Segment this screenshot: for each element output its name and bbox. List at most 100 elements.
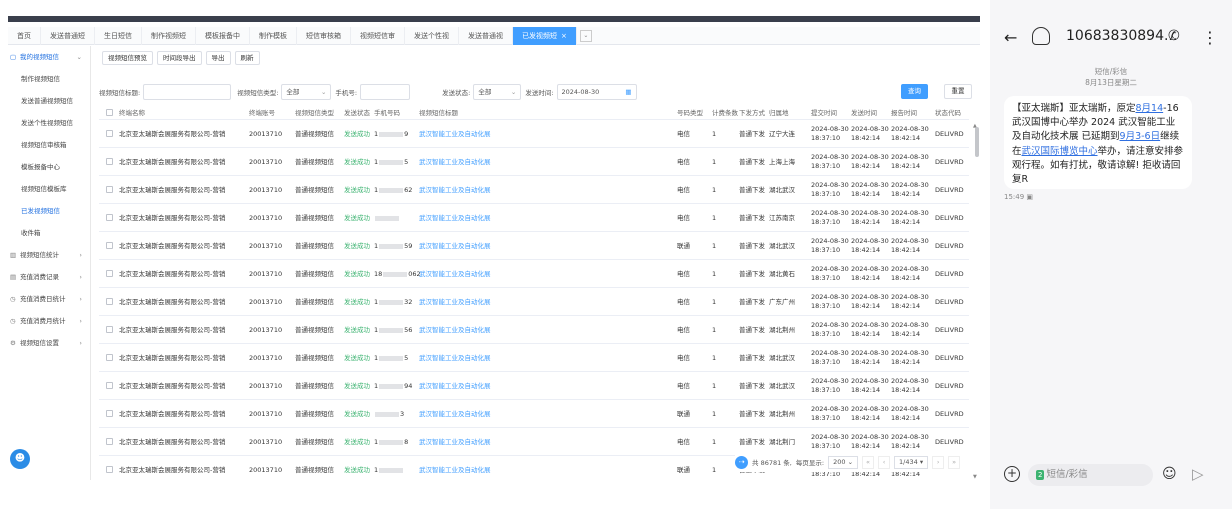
row-checkbox[interactable]: [106, 466, 113, 473]
tab-4[interactable]: 模板报备中: [196, 26, 250, 45]
time-filter-input[interactable]: 2024-08-30 ▦: [556, 84, 637, 100]
table-row[interactable]: 北京亚太瑞斯会展服务有限公司-营销 20013710 普通视频短信 发送成功 1 9 武汉智…: [99, 120, 969, 148]
sms-title[interactable]: 武汉智能工业及自动化展: [419, 344, 491, 372]
query-button[interactable]: 查询: [901, 84, 928, 99]
sidebar-item-3[interactable]: 发送个性视频短信: [8, 112, 90, 134]
sent: 2024-08-3018:42:14: [851, 181, 889, 199]
prev-page-button[interactable]: ‹: [878, 455, 891, 469]
sms-title[interactable]: 武汉智能工业及自动化展: [419, 176, 491, 204]
tab-1[interactable]: 发送普通短: [41, 26, 95, 45]
sms-title[interactable]: 武汉智能工业及自动化展: [419, 400, 491, 428]
tab-5[interactable]: 制作模板: [250, 26, 297, 45]
table-row[interactable]: 北京亚太瑞斯会展服务有限公司-营销 20013710 普通视频短信 发送成功 1 56 武汉…: [99, 316, 969, 344]
total-count: 共 86781 条,: [752, 459, 792, 467]
row-checkbox[interactable]: [106, 158, 113, 165]
sidebar-item-13[interactable]: ⚙ 视频短信设置 ›: [8, 332, 90, 354]
tab-2[interactable]: 生日短信: [95, 26, 142, 45]
phone-filter-input[interactable]: [360, 84, 411, 100]
row-checkbox[interactable]: [106, 326, 113, 333]
export-button[interactable]: 导出: [205, 51, 231, 65]
tab-3[interactable]: 制作视频短: [142, 26, 196, 45]
table-row[interactable]: 北京亚太瑞斯会展服务有限公司-营销 20013710 普通视频短信 发送成功 1 32 武汉…: [99, 288, 969, 316]
sms-title[interactable]: 武汉智能工业及自动化展: [419, 372, 491, 400]
sidebar-item-8[interactable]: 收件箱: [8, 222, 90, 244]
bell-icon[interactable]: [1032, 27, 1050, 45]
tab-10[interactable]: 已发视频短 ×: [513, 26, 577, 45]
table-row[interactable]: 北京亚太瑞斯会展服务有限公司-营销 20013710 普通视频短信 发送成功 1 5 武汉智…: [99, 344, 969, 372]
row-checkbox[interactable]: [106, 214, 113, 221]
more-options-icon[interactable]: ⋮: [1202, 28, 1218, 47]
sidebar-item-12[interactable]: ◷ 充值消费月统计 ›: [8, 310, 90, 332]
tab-6[interactable]: 短信审核箱: [297, 26, 351, 45]
status-filter-select[interactable]: 全部 ⌄: [473, 84, 522, 100]
table-row[interactable]: 北京亚太瑞斯会展服务有限公司-营销 20013710 普通视频短信 发送成功 1 62 武汉…: [99, 176, 969, 204]
sidebar-item-6[interactable]: 视频短信模板库: [8, 178, 90, 200]
type-filter-select[interactable]: 全部 ⌄: [281, 84, 332, 100]
tab-7[interactable]: 视频短信审: [351, 26, 405, 45]
emoji-icon[interactable]: ☺: [1162, 466, 1177, 482]
scroll-down-icon[interactable]: ▼: [973, 474, 977, 480]
message-input[interactable]: 2 短信/彩信: [1028, 464, 1153, 486]
sidebar-item-5[interactable]: 模板报备中心: [8, 156, 90, 178]
sms-title[interactable]: 武汉智能工业及自动化展: [419, 288, 491, 316]
date-link[interactable]: 9月3-6日: [1120, 131, 1161, 142]
tab-more-icon[interactable]: ⌄: [579, 29, 592, 42]
close-icon[interactable]: ×: [561, 32, 567, 40]
row-checkbox[interactable]: [106, 382, 113, 389]
table-row[interactable]: 北京亚太瑞斯会展服务有限公司-营销 20013710 普通视频短信 发送成功 1 94 武汉…: [99, 372, 969, 400]
row-checkbox[interactable]: [106, 242, 113, 249]
phone-call-icon[interactable]: ✆: [1168, 28, 1180, 44]
row-checkbox[interactable]: [106, 130, 113, 137]
table-row[interactable]: 北京亚太瑞斯会展服务有限公司-营销 20013710 普通视频短信 发送成功 18 062…: [99, 260, 969, 288]
first-page-button[interactable]: «: [862, 455, 875, 469]
export-range-button[interactable]: 时间段导出: [157, 51, 202, 65]
row-checkbox[interactable]: [106, 270, 113, 277]
help-icon[interactable]: ☻: [10, 449, 30, 469]
sms-title[interactable]: 武汉智能工业及自动化展: [419, 260, 491, 288]
tab-0[interactable]: 首页: [8, 26, 41, 45]
row-checkbox[interactable]: [106, 186, 113, 193]
sms-title[interactable]: 武汉智能工业及自动化展: [419, 148, 491, 176]
sidebar-item-0[interactable]: ▢ 我的视频短信 ⌄: [8, 46, 90, 68]
table-row[interactable]: 北京亚太瑞斯会展服务有限公司-营销 20013710 普通视频短信 发送成功 武汉智能工…: [99, 204, 969, 232]
sms-title[interactable]: 武汉智能工业及自动化展: [419, 456, 491, 480]
table-row[interactable]: 北京亚太瑞斯会展服务有限公司-营销 20013710 普通视频短信 发送成功 3 武汉智能…: [99, 400, 969, 428]
venue-link[interactable]: 武汉国际博览中心: [1022, 146, 1098, 157]
sidebar-item-7[interactable]: 已发视频短信: [8, 200, 90, 222]
page-select[interactable]: 1/434 ▾: [894, 455, 929, 469]
back-arrow-icon[interactable]: ←: [1004, 28, 1017, 47]
row-checkbox[interactable]: [106, 438, 113, 445]
sidebar-item-1[interactable]: 制作视频短信: [8, 68, 90, 90]
table-row[interactable]: 北京亚太瑞斯会展服务有限公司-营销 20013710 普通视频短信 发送成功 1 59 武汉…: [99, 232, 969, 260]
tab-9[interactable]: 发送普通视: [459, 26, 513, 45]
per-page-select[interactable]: 200 ⌄: [828, 455, 859, 469]
sms-title[interactable]: 武汉智能工业及自动化展: [419, 232, 491, 260]
sidebar-item-11[interactable]: ◷ 充值消费日统计 ›: [8, 288, 90, 310]
sms-title[interactable]: 武汉智能工业及自动化展: [419, 120, 491, 148]
sim-icon[interactable]: 2: [1036, 470, 1045, 480]
sidebar-item-4[interactable]: 视频短信审核箱: [8, 134, 90, 156]
sms-type: 普通视频短信: [295, 438, 334, 446]
select-all-checkbox[interactable]: [106, 109, 113, 116]
next-page-button[interactable]: ›: [932, 455, 945, 469]
last-page-button[interactable]: »: [948, 455, 961, 469]
reset-button[interactable]: 重置: [944, 84, 972, 99]
add-icon[interactable]: +: [1004, 466, 1020, 482]
row-checkbox[interactable]: [106, 354, 113, 361]
send-icon[interactable]: ▷: [1192, 465, 1204, 483]
row-checkbox[interactable]: [106, 410, 113, 417]
table-scrollbar[interactable]: [975, 127, 979, 157]
preview-button[interactable]: 视频短信预览: [102, 51, 153, 65]
table-row[interactable]: 北京亚太瑞斯会展服务有限公司-营销 20013710 普通视频短信 发送成功 1 5 武汉智…: [99, 148, 969, 176]
sidebar-item-2[interactable]: 发送普通视频短信: [8, 90, 90, 112]
date-link[interactable]: 8月14: [1136, 103, 1164, 114]
sidebar-item-10[interactable]: ▤ 充值消费记录 ›: [8, 266, 90, 288]
sms-title[interactable]: 武汉智能工业及自动化展: [419, 316, 491, 344]
sms-title[interactable]: 武汉智能工业及自动化展: [419, 204, 491, 232]
sms-title[interactable]: 武汉智能工业及自动化展: [419, 428, 491, 456]
tab-8[interactable]: 发送个性视: [405, 26, 459, 45]
sidebar-item-9[interactable]: ▥ 视频短信统计 ›: [8, 244, 90, 266]
row-checkbox[interactable]: [106, 298, 113, 305]
title-filter-input[interactable]: [143, 84, 232, 100]
refresh-button[interactable]: 刷新: [234, 51, 260, 65]
